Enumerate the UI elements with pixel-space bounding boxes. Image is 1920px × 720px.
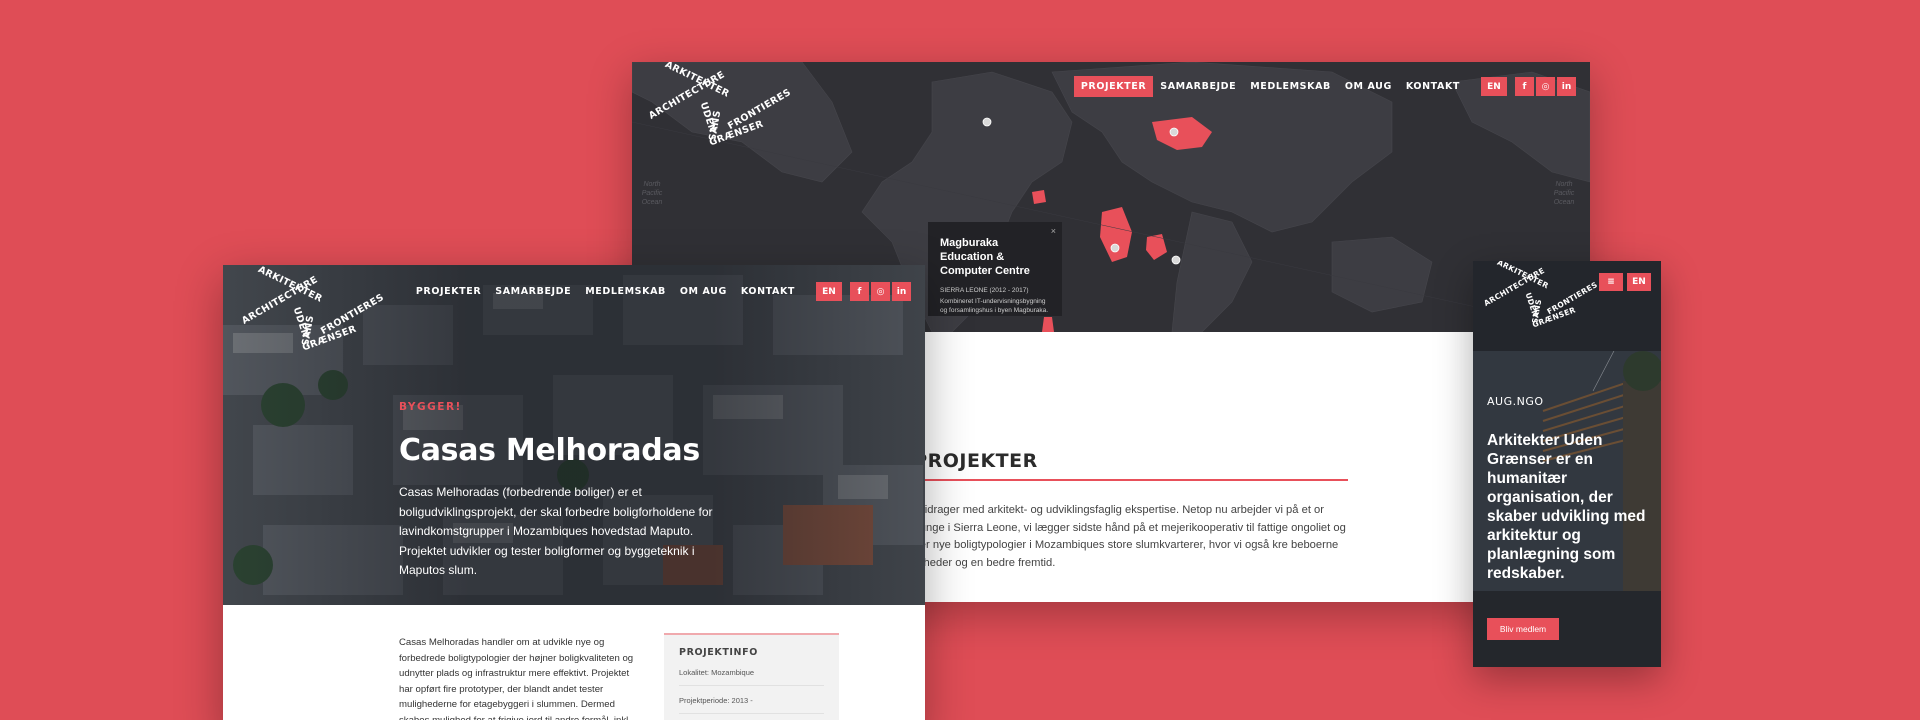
menu-icon[interactable]: ≡	[1599, 273, 1623, 291]
popup-meta: SIERRA LEONE (2012 - 2017)	[940, 287, 1029, 294]
language-button[interactable]: EN	[1481, 77, 1507, 96]
nav-samarbejde[interactable]: SAMARBEJDE	[1153, 76, 1243, 97]
facebook-icon[interactable]: f	[1515, 77, 1534, 96]
nav-projekter[interactable]: PROJEKTER	[409, 281, 488, 302]
mobile-kicker: AUG.NGO	[1487, 395, 1544, 408]
nav-medlemskab[interactable]: MEDLEMSKAB	[1243, 76, 1338, 97]
showcase-stage: ARKITEKTER ARCHITECTURE UDEN SANS GRÆNSE…	[0, 0, 1920, 720]
hero-intro: Casas Melhoradas (forbedrende boliger) e…	[399, 485, 713, 577]
nav-medlemskab[interactable]: MEDLEMSKAB	[578, 281, 673, 302]
facebook-icon[interactable]: f	[850, 282, 869, 301]
join-button[interactable]: Bliv medlem	[1487, 618, 1559, 640]
section-text: rænser bidrager med arkitekt- og udvikli…	[880, 504, 1346, 569]
info-row: Lokalitet: Mozambique	[679, 658, 824, 686]
map-popup: × Magburaka Education & Computer Centre …	[928, 222, 1062, 316]
hero-banner: ARKITEKTER ARCHITECTURE UDEN SANS GRÆNSE…	[223, 265, 925, 605]
heading-underline	[880, 479, 1348, 481]
language-button[interactable]: EN	[816, 282, 842, 301]
popup-description: Kombineret IT-undervisningsbygning og fo…	[940, 298, 1049, 314]
logo[interactable]: ARKITEKTER ARCHITECTURE UDEN SANS GRÆNSE…	[640, 62, 793, 170]
project-page-window: ARKITEKTER ARCHITECTURE UDEN SANS GRÆNSE…	[223, 265, 925, 720]
ocean-label: North Pacific Ocean	[641, 181, 663, 206]
nav-projekter[interactable]: PROJEKTER	[1073, 76, 1154, 97]
mobile-page-window: ARKITEKTER ARCHITECTURE UDEN SANS GRÆNSE…	[1473, 261, 1661, 667]
language-button[interactable]: EN	[1627, 273, 1651, 291]
popup-title[interactable]: Magburaka Education & Computer Centre	[940, 236, 1050, 278]
linkedin-icon[interactable]: in	[1557, 77, 1576, 96]
info-title: PROJEKTINFO	[679, 647, 758, 658]
project-body: Casas Melhoradas handler om at udvikle n…	[223, 605, 925, 720]
instagram-icon[interactable]: ◎	[1536, 77, 1555, 96]
nav-kontakt[interactable]: KONTAKT	[1399, 76, 1467, 97]
mobile-headline: Arkitekter Uden Grænser er en humanitær …	[1487, 432, 1646, 582]
nav-om-aug[interactable]: OM AUG	[673, 281, 734, 302]
logo[interactable]: ARKITEKTER ARCHITECTURE UDEN SANS GRÆNSE…	[233, 265, 386, 375]
close-icon[interactable]: ×	[1051, 226, 1056, 236]
hero-kicker: BYGGER!	[399, 401, 462, 413]
page-title: Casas Melhoradas	[399, 433, 700, 468]
nav-samarbejde[interactable]: SAMARBEJDE	[488, 281, 578, 302]
mobile-header: ARKITEKTER ARCHITECTURE UDEN SANS GRÆNSE…	[1473, 261, 1661, 351]
main-nav: PROJEKTER SAMARBEJDE MEDLEMSKAB OM AUG K…	[1073, 76, 1576, 97]
body-text: Casas Melhoradas handler om at udvikle n…	[399, 637, 634, 720]
logo[interactable]: ARKITEKTER ARCHITECTURE UDEN SANS GRÆNSE…	[1477, 261, 1600, 330]
nav-om-aug[interactable]: OM AUG	[1338, 76, 1399, 97]
main-nav: PROJEKTER SAMARBEJDE MEDLEMSKAB OM AUG K…	[409, 281, 911, 302]
project-info-box: PROJEKTINFO Lokalitet: Mozambique Projek…	[664, 633, 839, 720]
ocean-label: North Pacific Ocean	[1553, 181, 1575, 206]
linkedin-icon[interactable]: in	[892, 282, 911, 301]
mobile-nav: ≡ EN	[1597, 273, 1651, 291]
instagram-icon[interactable]: ◎	[871, 282, 890, 301]
info-row: Projektperiode: 2013 -	[679, 686, 824, 714]
nav-kontakt[interactable]: KONTAKT	[734, 281, 802, 302]
